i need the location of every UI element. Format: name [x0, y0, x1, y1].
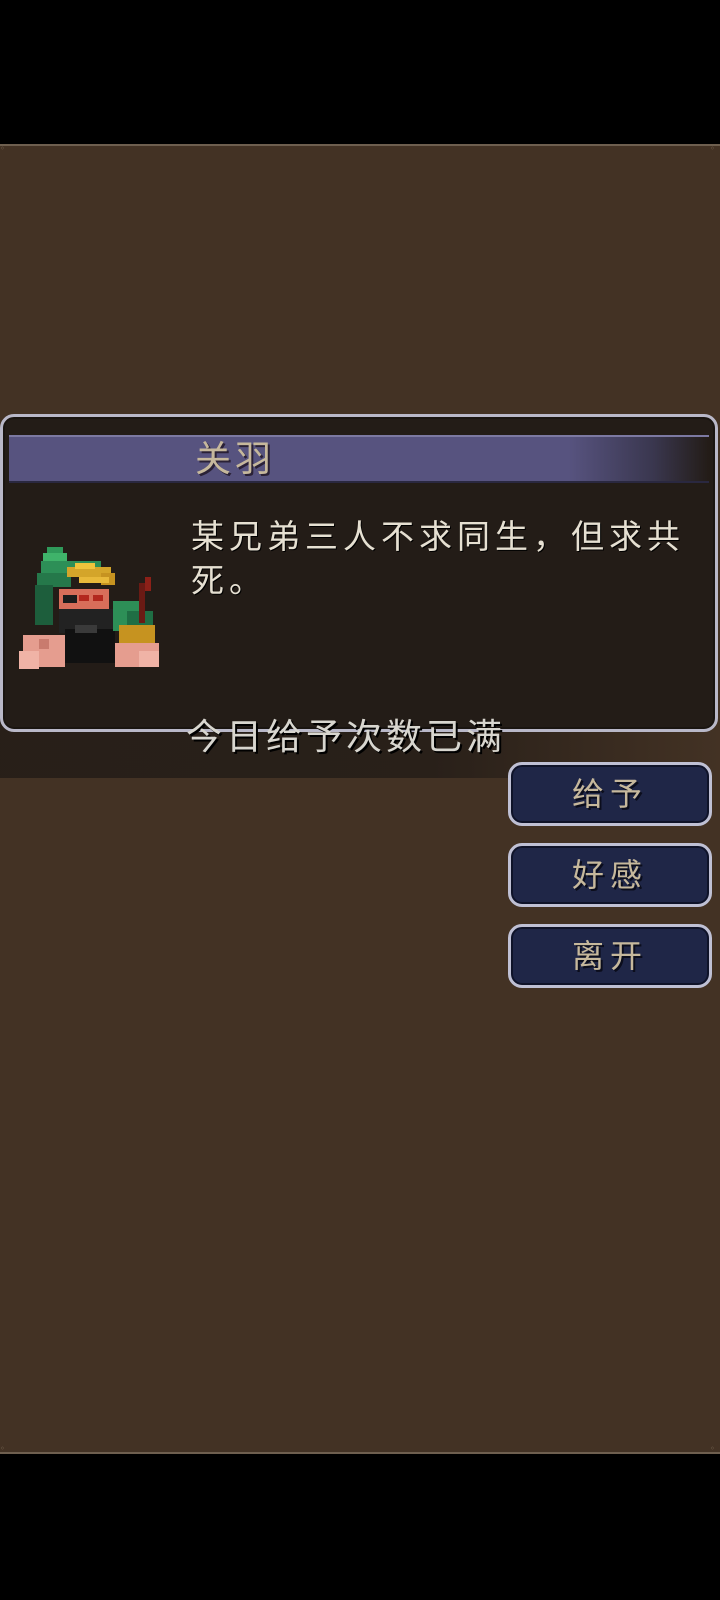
- dialog-message: 某兄弟三人不求同生，但求共死。: [191, 517, 685, 600]
- frame-corner-ornament: ◦: [710, 1444, 715, 1453]
- speaker-name: 关羽: [195, 439, 276, 480]
- leave-button[interactable]: 离开: [508, 924, 712, 988]
- dialog-box[interactable]: 关羽 某兄弟三人不求同生，但求共死。: [0, 414, 718, 732]
- frame-corner-ornament: ◦: [0, 144, 5, 153]
- guan-yu-portrait-icon: [19, 547, 159, 669]
- frame-corner-ornament: ◦: [710, 144, 715, 153]
- speaker-name-banner: 关羽: [9, 435, 709, 483]
- screen: ◦ ◦ ◦ ◦ 关羽 某兄弟三人不求同生，但求共死。 今日给予次数已满 给予 好…: [0, 0, 720, 1600]
- affection-button[interactable]: 好感: [508, 843, 712, 907]
- gift-limit-notice: 今日给予次数已满: [186, 717, 507, 758]
- frame-corner-ornament: ◦: [0, 1444, 5, 1453]
- give-button[interactable]: 给予: [508, 762, 712, 826]
